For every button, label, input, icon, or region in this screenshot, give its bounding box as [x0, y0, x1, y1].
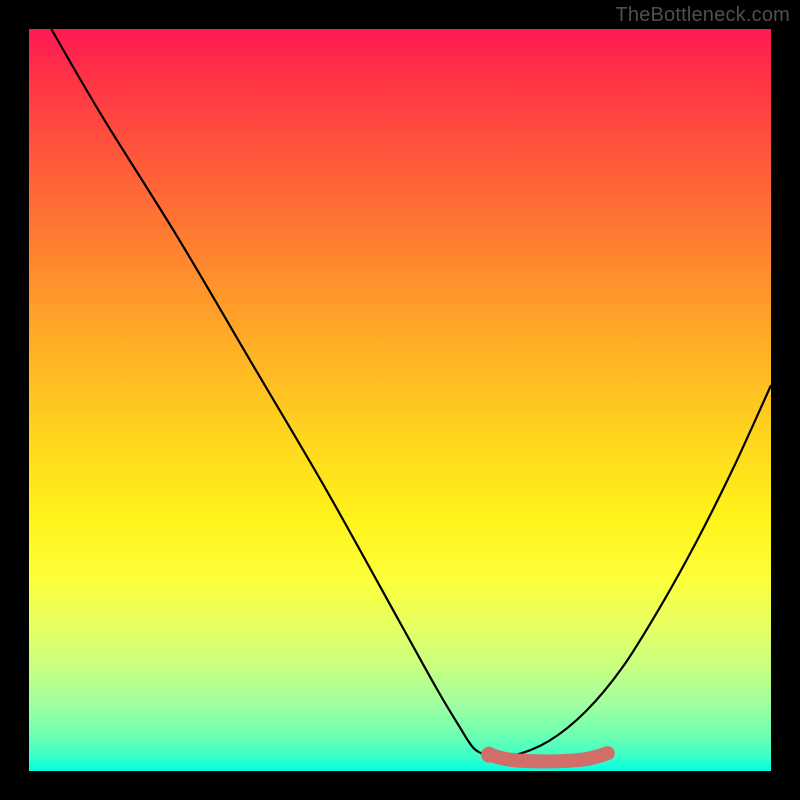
chart-frame: TheBottleneck.com	[0, 0, 800, 800]
watermark-text: TheBottleneck.com	[615, 4, 790, 27]
optimal-marker-band	[489, 753, 608, 761]
left-descending-curve	[51, 29, 489, 756]
chart-svg	[29, 29, 771, 771]
right-ascending-curve	[489, 385, 771, 757]
plot-area	[29, 29, 771, 771]
optimal-start-dot	[481, 747, 497, 763]
